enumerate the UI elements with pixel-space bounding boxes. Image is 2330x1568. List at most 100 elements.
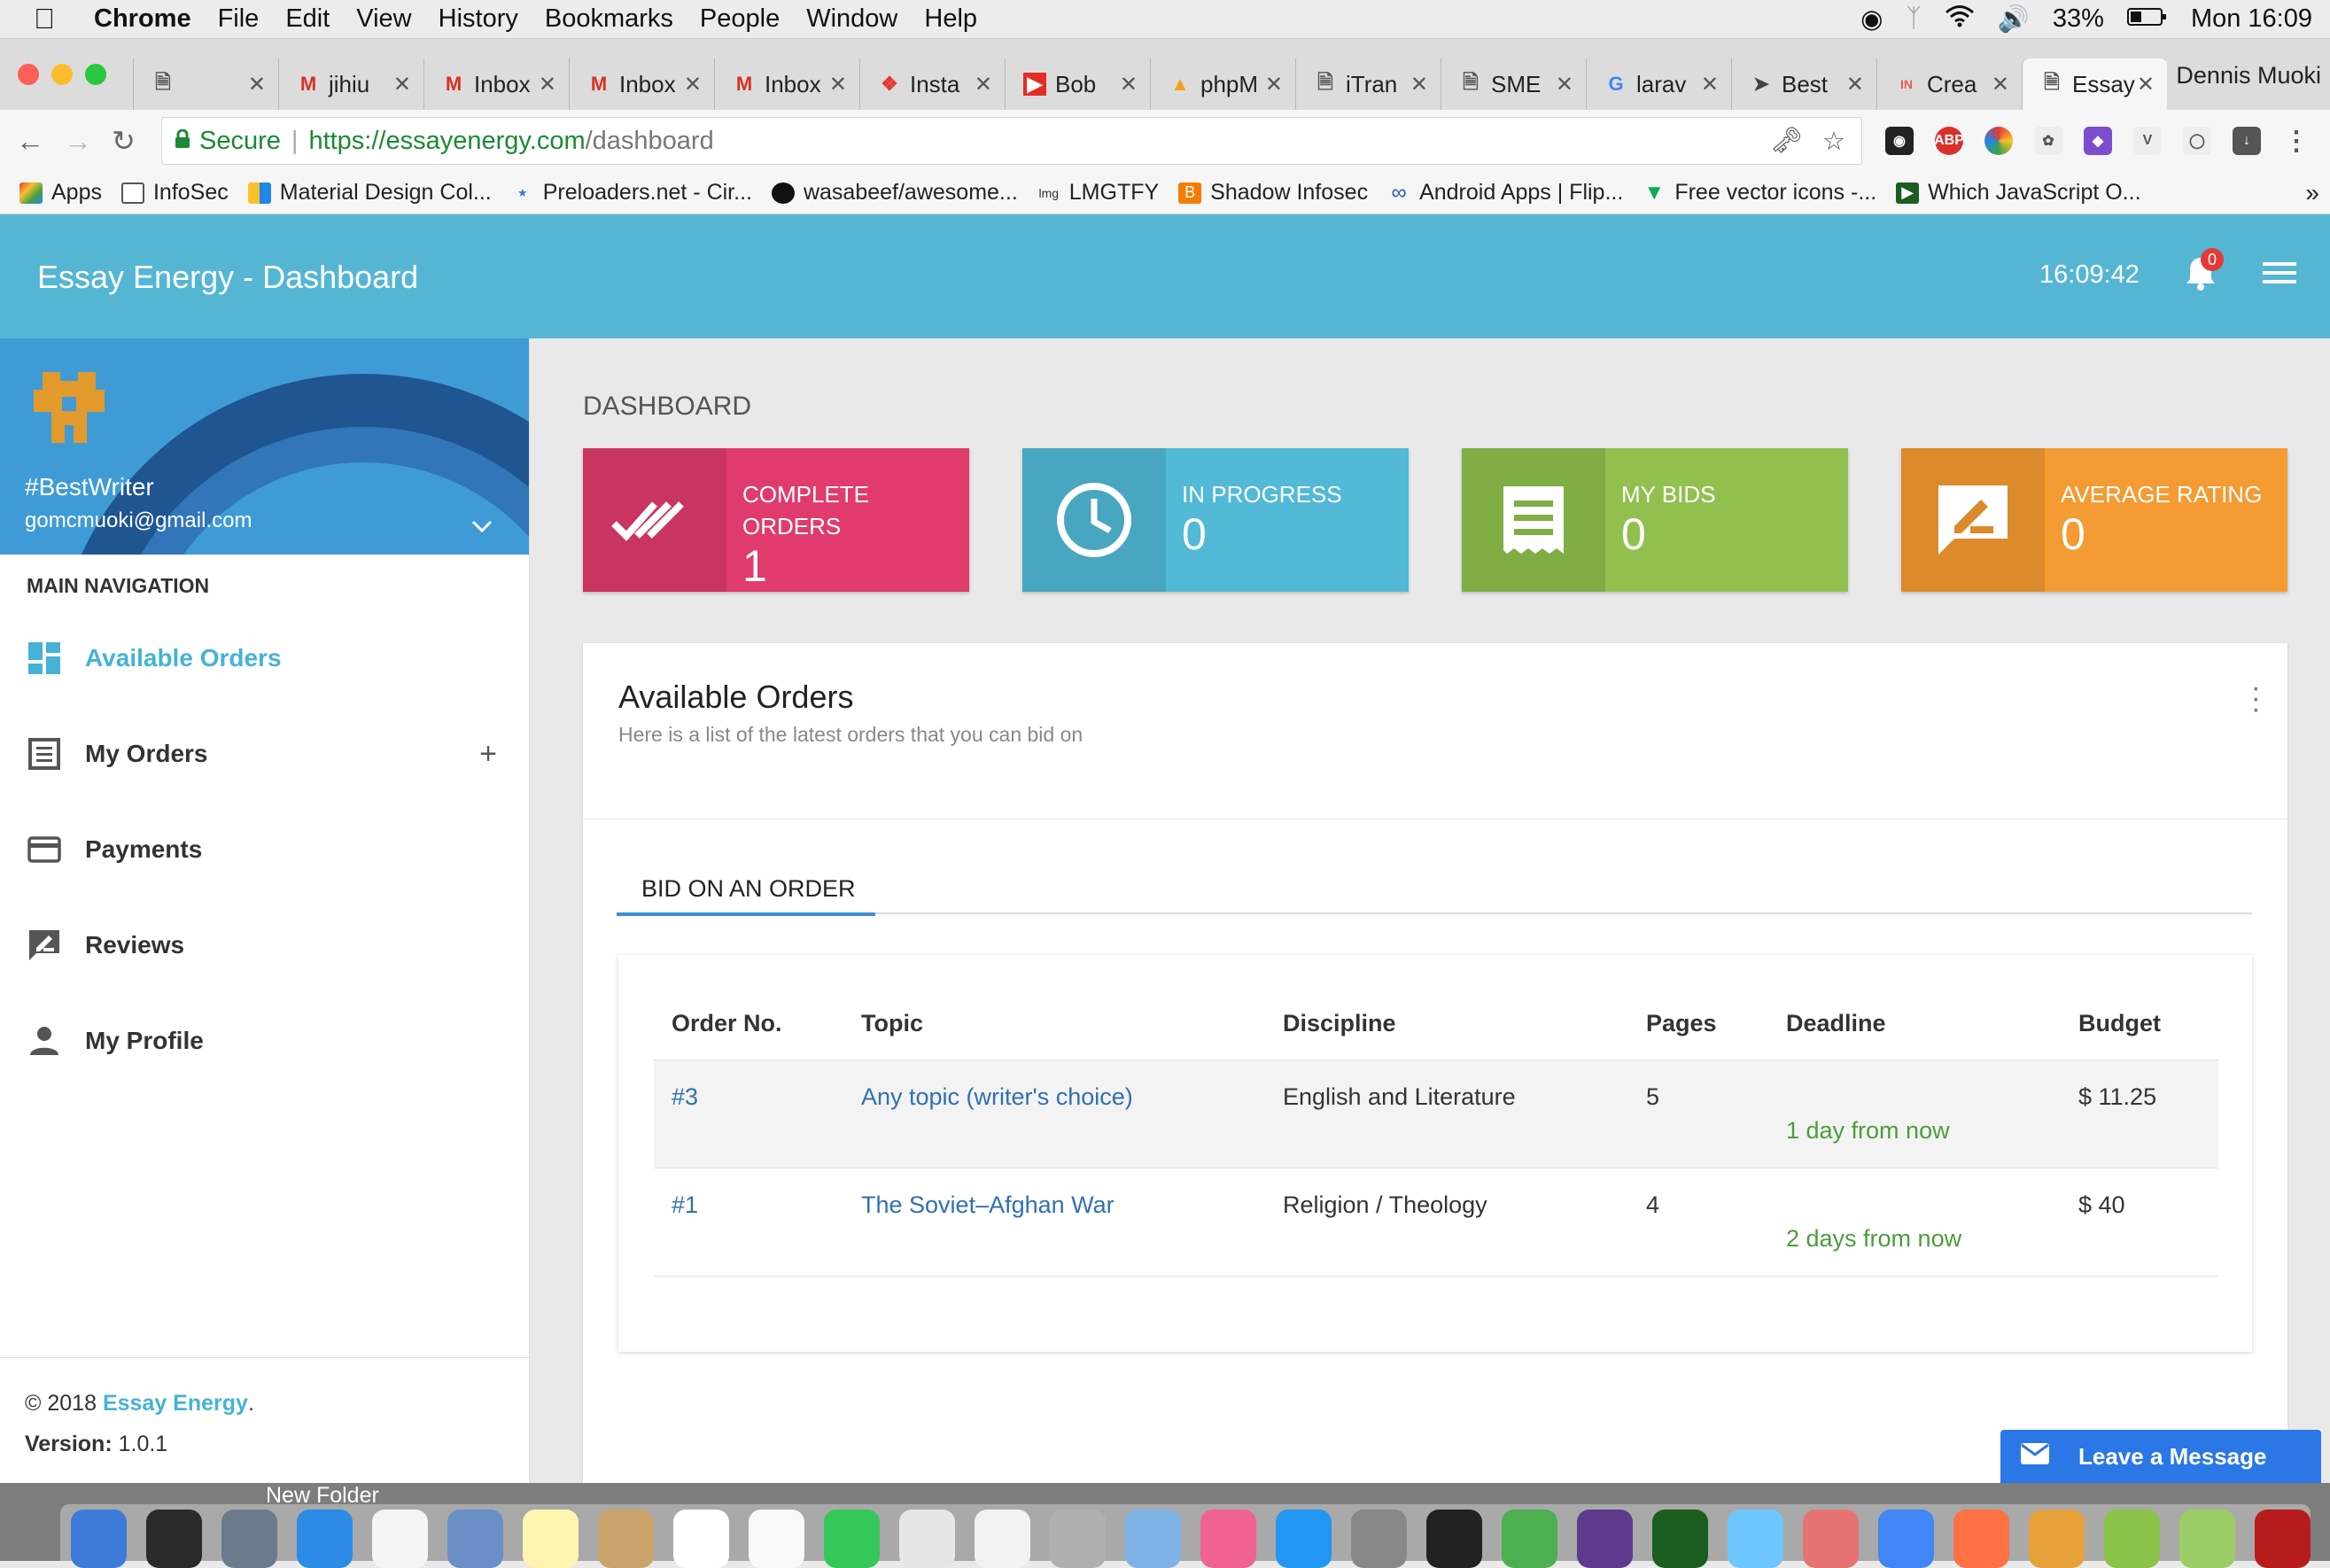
leave-message-button[interactable]: Leave a Message: [2000, 1430, 2321, 1483]
bookmarks-overflow-icon[interactable]: »: [2305, 179, 2319, 207]
close-tab-icon[interactable]: ✕: [393, 72, 411, 97]
tab-bid-on-order[interactable]: BID ON AN ORDER: [617, 875, 875, 916]
browser-tab[interactable]: M Inbox ✕: [423, 58, 569, 110]
dock-app-icon[interactable]: [975, 1510, 1030, 1568]
col-discipline[interactable]: Discipline: [1265, 989, 1628, 1060]
dock-app-icon[interactable]: [2104, 1510, 2160, 1568]
dock-app-icon[interactable]: [523, 1510, 579, 1568]
close-tab-icon[interactable]: ✕: [975, 72, 992, 97]
browser-tab[interactable]: ▲ phpM ✕: [1150, 58, 1295, 110]
close-window-button[interactable]: [18, 64, 39, 85]
dock-app-icon[interactable]: [1878, 1510, 1934, 1568]
bookmark-shadow-infosec[interactable]: B Shadow Infosec: [1178, 180, 1368, 206]
order-topic-link[interactable]: Any topic (writer's choice): [843, 1059, 1265, 1168]
dock-app-icon[interactable]: [824, 1510, 880, 1568]
close-tab-icon[interactable]: ✕: [1701, 72, 1719, 97]
vue-devtools-icon[interactable]: V: [2133, 127, 2162, 155]
browser-tab[interactable]: M Inbox ✕: [569, 58, 714, 110]
close-tab-icon[interactable]: ✕: [1410, 72, 1428, 97]
menu-file[interactable]: File: [218, 4, 260, 34]
stat-card-my-bids[interactable]: MY BIDS 0: [1462, 448, 1848, 592]
minimize-window-button[interactable]: [51, 64, 73, 85]
dock-app-icon[interactable]: [1426, 1510, 1482, 1568]
app-title[interactable]: Essay Energy - Dashboard: [37, 259, 418, 296]
browser-tab[interactable]: ➤ Best ✕: [1731, 58, 1876, 110]
dock-app-icon[interactable]: [598, 1510, 654, 1568]
bookmark-github[interactable]: wasabeef/awesome...: [771, 180, 1018, 206]
key-icon[interactable]: 🗝: [1770, 126, 1803, 157]
dock-app-icon[interactable]: [1050, 1510, 1106, 1568]
close-tab-icon[interactable]: ✕: [539, 72, 556, 97]
extension-2-icon[interactable]: ✿: [2034, 127, 2062, 155]
dock-app-icon[interactable]: [372, 1510, 428, 1568]
creative-cloud-icon[interactable]: ◉: [1860, 4, 1883, 35]
sidebar-item-my-profile[interactable]: My Profile: [0, 993, 529, 1089]
bookmark-lmgtfy[interactable]: lmg LMGTFY: [1037, 180, 1159, 206]
sidebar-item-reviews[interactable]: Reviews: [0, 897, 529, 993]
color-picker-icon[interactable]: [1984, 127, 2013, 155]
footer-brand-link[interactable]: Essay Energy: [103, 1391, 248, 1416]
stat-card-complete-orders[interactable]: COMPLETE ORDERS 1: [583, 448, 969, 592]
stat-card-average-rating[interactable]: AVERAGE RATING 0: [1901, 448, 2287, 592]
close-tab-icon[interactable]: ✕: [2137, 72, 2155, 97]
back-arrow-icon[interactable]: ←: [16, 125, 48, 158]
dock-app-icon[interactable]: [2029, 1510, 2085, 1568]
dock-app-icon[interactable]: [1351, 1510, 1407, 1568]
dock-app-icon[interactable]: [1652, 1510, 1708, 1568]
bookmark-infosec[interactable]: InfoSec: [120, 180, 229, 206]
hamburger-menu-icon[interactable]: [2263, 262, 2296, 289]
dock-app-icon[interactable]: [447, 1510, 503, 1568]
order-number-link[interactable]: #3: [654, 1059, 843, 1168]
extension-3-icon[interactable]: ◆: [2084, 127, 2112, 155]
browser-tab[interactable]: 🗎 ✕: [133, 58, 278, 110]
sidebar-item-available-orders[interactable]: Available Orders: [0, 610, 529, 706]
bookmark-apps[interactable]: Apps: [19, 180, 102, 206]
browser-tab[interactable]: IN Crea ✕: [1876, 58, 2022, 110]
browser-tab[interactable]: 🗎 Essay ✕: [2022, 58, 2167, 110]
dock-app-icon[interactable]: [71, 1510, 127, 1568]
close-tab-icon[interactable]: ✕: [1120, 72, 1138, 97]
extension-1-icon[interactable]: ◉: [1885, 127, 1914, 155]
table-row[interactable]: #1 The Soviet–Afghan War Religion / Theo…: [654, 1167, 2218, 1277]
close-tab-icon[interactable]: ✕: [1265, 72, 1283, 97]
dock-app-icon[interactable]: [899, 1510, 955, 1568]
bookmark-android-apps[interactable]: ∞ Android Apps | Flip...: [1387, 180, 1624, 206]
bookmark-star-icon[interactable]: ☆: [1822, 126, 1845, 157]
menu-bookmarks[interactable]: Bookmarks: [545, 4, 673, 34]
stat-card-in-progress[interactable]: IN PROGRESS 0: [1022, 448, 1409, 592]
dock-app-icon[interactable]: [1276, 1510, 1332, 1568]
avatar[interactable]: [25, 363, 113, 452]
browser-tab[interactable]: 🗎 iTran ✕: [1295, 58, 1441, 110]
dock-app-icon[interactable]: [749, 1510, 804, 1568]
col-deadline[interactable]: Deadline: [1768, 989, 2061, 1060]
volume-icon[interactable]: 🔊: [1998, 4, 2030, 35]
chrome-menu-icon[interactable]: ⋮: [2282, 127, 2311, 156]
dock-app-icon[interactable]: [1200, 1510, 1256, 1568]
forward-arrow-icon[interactable]: →: [64, 125, 96, 158]
dock-app-icon[interactable]: [1803, 1510, 1859, 1568]
menu-people[interactable]: People: [700, 4, 780, 34]
adblock-icon[interactable]: ABP: [1934, 127, 1964, 155]
menu-view[interactable]: View: [356, 4, 411, 34]
dock-app-icon[interactable]: [673, 1510, 729, 1568]
bookmark-free-vector-icons[interactable]: ▼ Free vector icons -...: [1643, 180, 1876, 206]
bookmark-material-design[interactable]: Material Design Col...: [247, 180, 492, 206]
col-order-no[interactable]: Order No.: [654, 989, 843, 1060]
browser-tab[interactable]: M Inbox ✕: [714, 58, 859, 110]
menu-app-name[interactable]: Chrome: [94, 4, 191, 34]
chevron-down-icon[interactable]: [471, 510, 493, 540]
menu-window[interactable]: Window: [806, 4, 897, 34]
close-tab-icon[interactable]: ✕: [248, 72, 266, 97]
dock-app-icon[interactable]: [1953, 1510, 2009, 1568]
browser-tab[interactable]: Glarav ✕: [1586, 58, 1731, 110]
sidebar-item-my-orders[interactable]: My Orders +: [0, 706, 529, 802]
menu-help[interactable]: Help: [924, 4, 977, 34]
bookmark-which-js[interactable]: ▶ Which JavaScript O...: [1896, 180, 2141, 206]
dock-app-icon[interactable]: [2179, 1510, 2235, 1568]
menubar-clock[interactable]: Mon 16:09: [2191, 4, 2312, 34]
menu-history[interactable]: History: [439, 4, 518, 34]
expand-plus-icon[interactable]: +: [479, 737, 497, 772]
dock-app-icon[interactable]: [1125, 1510, 1181, 1568]
download-ext-icon[interactable]: ↓: [2233, 127, 2261, 155]
browser-tab[interactable]: ❖ Insta ✕: [859, 58, 1005, 110]
